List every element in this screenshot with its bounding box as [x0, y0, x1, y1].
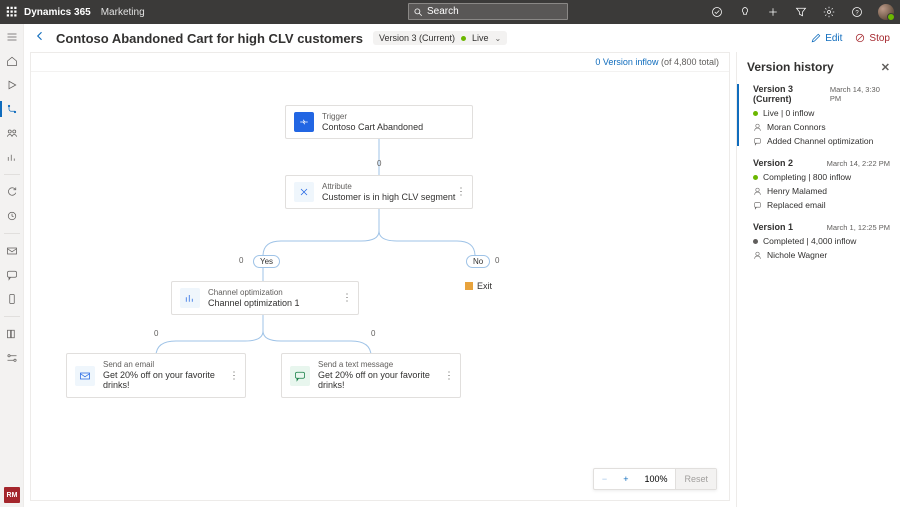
note-icon	[753, 201, 762, 210]
node-send-email[interactable]: Send an emailGet 20% off on your favorit…	[66, 353, 246, 398]
more-icon[interactable]: ⋮	[456, 187, 466, 198]
nav-separator	[4, 233, 20, 234]
waffle-icon	[6, 6, 18, 18]
area-label: Marketing	[101, 7, 145, 18]
zoom-value: 100%	[636, 474, 675, 484]
status-dot-icon	[461, 36, 466, 41]
person-icon	[753, 251, 762, 260]
version-item[interactable]: Version 2March 14, 2:22 PM Completing | …	[747, 158, 890, 210]
count: 0	[371, 329, 375, 338]
search-icon	[413, 7, 423, 17]
svg-text:?: ?	[855, 10, 859, 16]
filter-icon[interactable]	[794, 5, 808, 19]
zoom-in-button[interactable]: +	[615, 474, 636, 484]
status-dot-icon	[753, 239, 758, 244]
count: 0	[377, 159, 381, 168]
status-dot-icon	[753, 175, 758, 180]
node-channel-optimization[interactable]: Channel optimizationChannel optimization…	[171, 281, 359, 315]
zoom-out-button[interactable]: −	[594, 474, 615, 484]
more-icon[interactable]: ⋮	[342, 293, 352, 304]
nav-separator	[4, 316, 20, 317]
panel-title: Version history	[747, 60, 834, 74]
branch-yes[interactable]: Yes	[253, 255, 280, 268]
settings-icon[interactable]	[822, 5, 836, 19]
left-nav	[0, 24, 24, 507]
presence-badge[interactable]: RM	[4, 487, 20, 503]
assistant-icon[interactable]	[710, 5, 724, 19]
trigger-icon	[294, 112, 314, 132]
nav-clock[interactable]	[5, 209, 19, 223]
more-icon[interactable]: ⋮	[444, 370, 454, 381]
global-topbar: Dynamics 365 Marketing Search ?	[0, 0, 900, 24]
chevron-down-icon: ⌄	[495, 34, 502, 43]
nav-journeys[interactable]	[5, 102, 19, 116]
journey-canvas[interactable]: 0 Version inflow (of 4,800 total) Trigge…	[30, 52, 730, 501]
node-send-sms[interactable]: Send a text messageGet 20% off on your f…	[281, 353, 461, 398]
version-item[interactable]: Version 3 (Current)March 14, 3:30 PM Liv…	[747, 84, 890, 146]
brand-label: Dynamics 365	[24, 7, 101, 18]
more-icon[interactable]: ⋮	[229, 370, 239, 381]
nav-settings[interactable]	[5, 351, 19, 365]
lightbulb-icon[interactable]	[738, 5, 752, 19]
nav-home[interactable]	[5, 54, 19, 68]
count: 0	[495, 256, 499, 265]
flag-icon	[465, 282, 473, 290]
add-icon[interactable]	[766, 5, 780, 19]
version-item[interactable]: Version 1March 1, 12:25 PM Completed | 4…	[747, 222, 890, 260]
close-button[interactable]: ✕	[881, 61, 890, 74]
page-header: Contoso Abandoned Cart for high CLV cust…	[24, 24, 900, 52]
stop-button[interactable]: Stop	[854, 32, 890, 44]
channel-opt-icon	[180, 288, 200, 308]
attribute-icon	[294, 182, 314, 202]
zoom-control: − + 100% Reset	[593, 468, 717, 490]
global-search[interactable]: Search	[408, 3, 568, 20]
nav-push[interactable]	[5, 292, 19, 306]
status-dot-icon	[753, 111, 758, 116]
count: 0	[154, 329, 158, 338]
inflow-total: (of 4,800 total)	[658, 57, 719, 67]
branch-no[interactable]: No	[466, 255, 490, 268]
inflow-link[interactable]: 0 Version inflow	[595, 57, 658, 67]
note-icon	[753, 137, 762, 146]
nav-segments[interactable]	[5, 126, 19, 140]
count: 0	[239, 256, 243, 265]
version-chip-label: Version 3 (Current)	[379, 33, 455, 43]
search-placeholder: Search	[427, 6, 459, 17]
person-icon	[753, 123, 762, 132]
nav-menu[interactable]	[5, 30, 19, 44]
status-label: Live	[472, 33, 489, 43]
nav-refresh[interactable]	[5, 185, 19, 199]
version-history-panel: Version history ✕ Version 3 (Current)Mar…	[736, 52, 900, 507]
nav-library[interactable]	[5, 327, 19, 341]
app-launcher[interactable]	[0, 6, 24, 18]
node-exit: Exit	[465, 281, 492, 291]
main: 0 Version inflow (of 4,800 total) Trigge…	[24, 52, 900, 507]
nav-email[interactable]	[5, 244, 19, 258]
node-trigger[interactable]: TriggerContoso Cart Abandoned	[285, 105, 473, 139]
nav-analytics[interactable]	[5, 150, 19, 164]
sms-icon	[290, 366, 310, 386]
help-icon[interactable]: ?	[850, 5, 864, 19]
back-button[interactable]	[34, 29, 52, 47]
page-title: Contoso Abandoned Cart for high CLV cust…	[56, 31, 363, 46]
email-icon	[75, 366, 95, 386]
version-chip[interactable]: Version 3 (Current) Live ⌄	[373, 31, 507, 45]
nav-separator	[4, 174, 20, 175]
node-attribute[interactable]: AttributeCustomer is in high CLV segment…	[285, 175, 473, 209]
zoom-reset-button[interactable]: Reset	[675, 469, 716, 489]
nav-play[interactable]	[5, 78, 19, 92]
edit-button[interactable]: Edit	[810, 32, 842, 44]
person-icon	[753, 187, 762, 196]
inflow-bar: 0 Version inflow (of 4,800 total)	[31, 53, 729, 72]
user-avatar[interactable]	[878, 4, 894, 20]
nav-sms[interactable]	[5, 268, 19, 282]
